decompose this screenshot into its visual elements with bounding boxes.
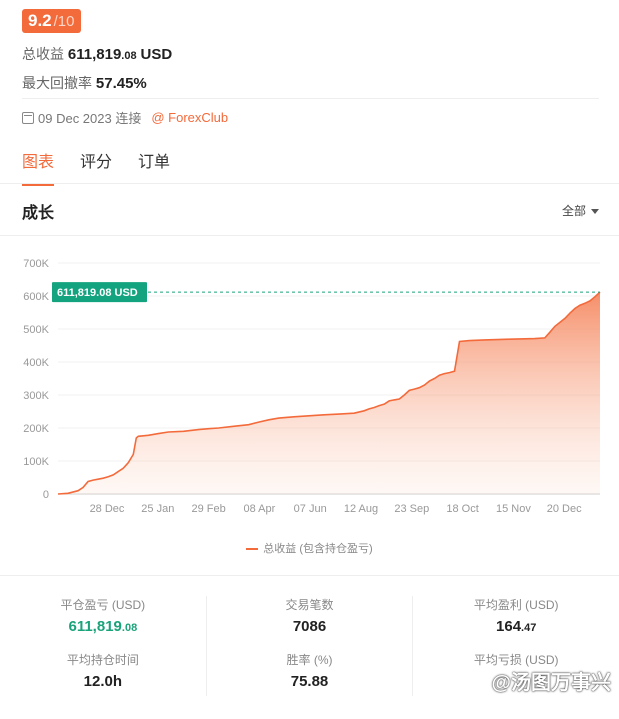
broker-link[interactable]: @ ForexClub	[151, 110, 228, 125]
chart-legend[interactable]: 总收益 (包含持仓盈亏)	[0, 540, 619, 556]
x-tick-label: 29 Feb	[191, 503, 225, 515]
rating-badge: 9.2 /10	[22, 9, 81, 33]
avg-hold-label: 平均持仓时间	[66, 653, 139, 667]
y-tick-label: 400K	[23, 357, 49, 369]
x-tick-label: 20 Dec	[547, 503, 582, 515]
x-tick-label: 12 Aug	[344, 503, 378, 515]
y-tick-label: 500K	[23, 324, 49, 336]
x-tick-label: 18 Oct	[446, 503, 478, 515]
trade-count-label: 交易笔数	[285, 598, 334, 612]
account-meta: 09 Dec 2023 连接 @ ForexClub	[22, 108, 228, 127]
range-dropdown[interactable]: 全部	[562, 202, 599, 219]
total-return-decimal: .08	[121, 50, 137, 62]
avg-profit-main: 164	[496, 618, 522, 635]
closed-pnl-decimal: .08	[121, 622, 138, 634]
current-value-label: 611,819.08 USD	[57, 287, 138, 299]
total-return-label: 总收益	[22, 46, 64, 62]
tab-divider	[0, 183, 619, 184]
drawdown-label: 最大回撤率	[22, 75, 92, 91]
drawdown-value: 57.45%	[95, 75, 147, 92]
stats-col-1: 平仓盈亏 (USD) 611,819.08 平均持仓时间 12.0h	[0, 596, 207, 696]
x-tick-label: 08 Apr	[243, 503, 275, 515]
growth-area	[58, 292, 600, 494]
win-rate-value: 75.88	[290, 673, 329, 690]
growth-chart: 700K 600K 500K 400K 300K 200K 100K 0 28 Dec 25 J…	[23, 258, 601, 515]
trade-count-value: 7086	[292, 618, 327, 635]
tab-bar: 图表 评分 订单	[22, 148, 170, 186]
avg-hold-value: 12.0h	[83, 673, 123, 690]
calendar-icon	[22, 111, 34, 124]
section-title: 成长	[22, 205, 55, 222]
avg-profit-decimal: .47	[521, 622, 537, 634]
range-value: 全部	[561, 204, 586, 218]
x-tick-label: 15 Nov	[496, 503, 531, 515]
tab-rating[interactable]: 评分	[80, 148, 112, 186]
win-rate-label: 胜率 (%)	[286, 653, 333, 667]
closed-pnl-value: 611,819.08	[0, 618, 206, 635]
total-return-currency: USD	[140, 46, 173, 63]
connect-date: 09 Dec 2023 连接	[38, 111, 142, 126]
y-tick-label: 200K	[23, 423, 49, 435]
tab-chart[interactable]: 图表	[22, 148, 55, 186]
total-return-value: 611,819	[67, 46, 122, 63]
y-tick-label: 600K	[23, 291, 49, 303]
drawdown-line: 最大回撤率 57.45%	[22, 73, 147, 93]
x-tick-label: 28 Dec	[90, 503, 125, 515]
legend-swatch	[246, 548, 259, 551]
y-tick-label: 100K	[23, 456, 49, 468]
x-tick-label: 25 Jan	[141, 503, 174, 515]
divider	[22, 98, 599, 99]
y-tick-label: 300K	[23, 390, 49, 402]
tab-orders[interactable]: 订单	[138, 148, 170, 186]
y-tick-label: 0	[43, 489, 49, 501]
avg-profit-label: 平均盈利 (USD)	[473, 598, 559, 612]
watermark: @汤图万事兴	[491, 672, 611, 694]
x-tick-label: 07 Jun	[294, 503, 327, 515]
total-return-line: 总收益 611,819.08 USD	[22, 44, 172, 64]
section-divider	[0, 235, 619, 236]
x-tick-label: 23 Sep	[394, 503, 429, 515]
stats-col-2: 交易笔数 7086 胜率 (%) 75.88	[207, 596, 414, 696]
caret-down-icon	[591, 209, 599, 215]
rating-denominator: /10	[53, 13, 75, 30]
avg-profit-value: 164.47	[413, 618, 619, 635]
closed-pnl-main: 611,819	[68, 618, 122, 635]
y-tick-label: 700K	[23, 258, 49, 270]
closed-pnl-label: 平仓盈亏 (USD)	[60, 598, 146, 612]
stats-divider	[0, 575, 619, 576]
legend-label: 总收益 (包含持仓盈亏)	[263, 543, 373, 555]
rating-score: 9.2	[28, 11, 52, 30]
